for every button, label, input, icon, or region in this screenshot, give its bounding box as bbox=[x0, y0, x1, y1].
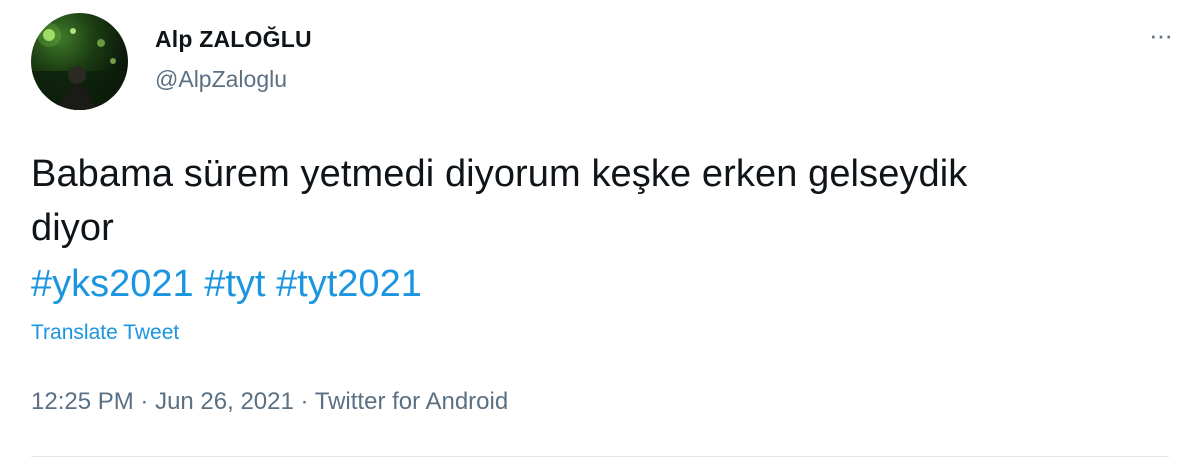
hashtags: #yks2021 #tyt #tyt2021 bbox=[31, 257, 422, 311]
tweet-text-line-2: diyor bbox=[31, 207, 114, 249]
hashtag-yks2021[interactable]: #yks2021 bbox=[31, 263, 194, 305]
tweet-time[interactable]: 12:25 PM bbox=[31, 388, 134, 415]
hashtag-tyt[interactable]: #tyt bbox=[204, 263, 265, 305]
tweet-text: Babama sürem yetmedi diyorum keşke erken… bbox=[31, 147, 1181, 255]
tweet-date[interactable]: Jun 26, 2021 bbox=[155, 388, 294, 415]
hashtag-tyt2021[interactable]: #tyt2021 bbox=[276, 263, 422, 305]
tweet-source[interactable]: Twitter for Android bbox=[315, 388, 508, 415]
author-handle[interactable]: @AlpZaloglu bbox=[155, 66, 287, 93]
meta-separator: · bbox=[133, 388, 156, 415]
avatar-photo-icon bbox=[31, 23, 128, 110]
translate-tweet-link[interactable]: Translate Tweet bbox=[31, 321, 179, 345]
tweet-card: Alp ZALOĞLU @AlpZaloglu ··· Babama sürem… bbox=[0, 0, 1200, 460]
tweet-meta: 12:25 PM · Jun 26, 2021 · Twitter for An… bbox=[31, 388, 508, 416]
meta-separator: · bbox=[293, 388, 315, 415]
author-name[interactable]: Alp ZALOĞLU bbox=[155, 26, 312, 53]
avatar[interactable] bbox=[31, 13, 128, 110]
divider bbox=[31, 456, 1169, 457]
more-horizontal-icon[interactable]: ··· bbox=[1149, 22, 1173, 48]
tweet-text-line-1: Babama sürem yetmedi diyorum keşke erken… bbox=[31, 153, 968, 195]
